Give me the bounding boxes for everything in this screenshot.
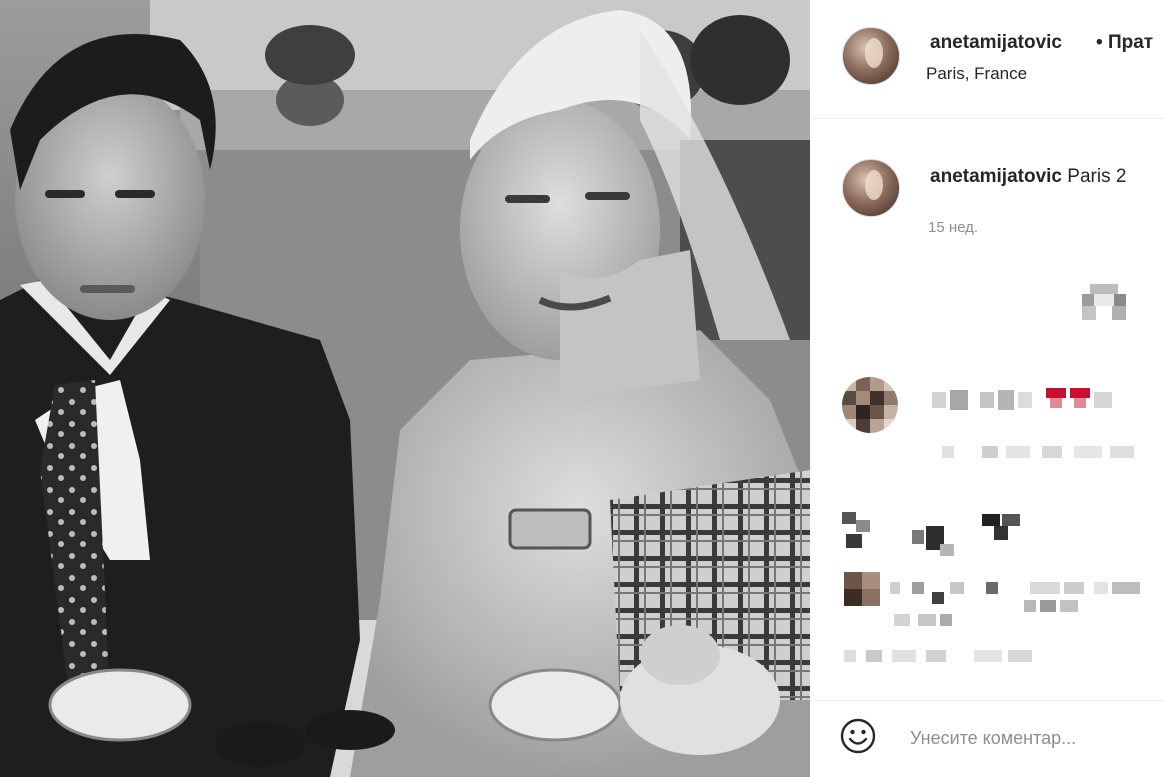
caption: anetamijatovic Paris 2 (930, 166, 1126, 188)
post-header: anetamijatovic • Прат Paris, France (810, 0, 1165, 119)
post-side-panel: anetamijatovic • Прат Paris, France anet… (810, 0, 1165, 777)
censored-comment-meta (942, 444, 1142, 460)
follow-label: Прат (1107, 32, 1154, 53)
author-username[interactable]: anetamijatovic (930, 32, 1062, 54)
photo-image (0, 0, 810, 777)
follow-separator: • (1096, 32, 1103, 53)
censored-reply-meta (844, 648, 1044, 664)
post-time[interactable]: 15 нед. (928, 219, 978, 236)
author-avatar[interactable] (842, 27, 900, 85)
bookmark-icon[interactable] (1082, 284, 1130, 322)
commenter-avatar[interactable] (842, 377, 898, 433)
caption-avatar[interactable] (842, 159, 900, 217)
post-photo[interactable] (0, 0, 810, 777)
caption-username[interactable]: anetamijatovic (930, 166, 1062, 187)
censored-reply-avatar[interactable] (844, 572, 880, 606)
censored-reply-emoji (842, 512, 1032, 558)
smiley-face-icon[interactable] (840, 718, 876, 754)
comment-input-bar: Унесите коментар... (810, 700, 1165, 777)
censored-comment-text (932, 388, 1122, 414)
caption-text: Paris 2 (1067, 166, 1127, 187)
comment-input[interactable]: Унесите коментар... (910, 728, 1076, 749)
censored-reply-text (890, 578, 1165, 628)
follow-button[interactable]: • Прат (1096, 32, 1153, 54)
post-location[interactable]: Paris, France (926, 64, 1027, 84)
